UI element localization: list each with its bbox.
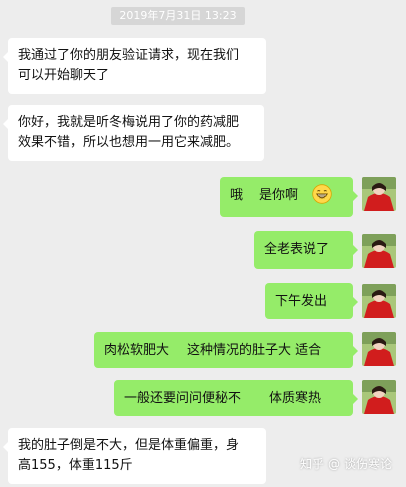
message-timestamp: 2019年7月31日 13:23 bbox=[111, 7, 245, 25]
sender-avatar[interactable] bbox=[362, 234, 396, 268]
message-text: 可以开始聊天了 bbox=[18, 68, 110, 83]
message-bubble-sent[interactable]: 全老表说了 bbox=[254, 231, 358, 269]
message-text: 一般还要问问便秘不 bbox=[124, 391, 242, 406]
sender-avatar[interactable] bbox=[362, 380, 396, 414]
watermark-site: 知乎 bbox=[300, 457, 325, 471]
avatar-image-icon bbox=[362, 177, 396, 211]
watermark-user: 谈伤寒论 bbox=[344, 457, 393, 471]
message-text: 体质寒热 bbox=[269, 391, 322, 406]
avatar-image-icon bbox=[362, 380, 396, 414]
message-bubble-sent[interactable]: 哦是你啊 bbox=[220, 177, 358, 217]
message-text: 效果不错，所以也想用一用它来减肥。 bbox=[18, 135, 240, 150]
message-bubble-sent[interactable]: 肉松软肥大 这种情况的肚子大 适合 bbox=[94, 332, 358, 368]
message-text: 我的肚子倒是不大，但是体重偏重，身 bbox=[18, 438, 240, 453]
message-bubble-sent[interactable]: 下午发出 bbox=[265, 283, 358, 319]
avatar-image-icon bbox=[362, 234, 396, 268]
message-text: 你好，我就是听冬梅说用了你的药减肥 bbox=[18, 115, 240, 130]
sender-avatar[interactable] bbox=[362, 332, 396, 366]
message-text: 下午发出 bbox=[275, 294, 328, 309]
grinning-face-emoji-icon bbox=[312, 184, 332, 204]
message-bubble-received[interactable]: 我的肚子倒是不大，但是体重偏重，身 高155，体重115斤 bbox=[3, 428, 266, 484]
message-text: 高155，体重115斤 bbox=[18, 458, 133, 473]
avatar-image-icon bbox=[362, 332, 396, 366]
message-bubble-received[interactable]: 我通过了你的朋友验证请求，现在我们 可以开始聊天了 bbox=[3, 38, 266, 94]
message-text: 我通过了你的朋友验证请求，现在我们 bbox=[18, 48, 240, 63]
watermark-at: @ bbox=[328, 456, 341, 471]
message-text: 全老表说了 bbox=[264, 242, 330, 257]
message-bubble-received[interactable]: 你好，我就是听冬梅说用了你的药减肥 效果不错，所以也想用一用它来减肥。 bbox=[3, 105, 264, 161]
message-text: 哦 bbox=[230, 188, 244, 203]
sender-avatar[interactable] bbox=[362, 177, 396, 211]
message-bubble-sent[interactable]: 一般还要问问便秘不 体质寒热 bbox=[114, 380, 358, 416]
message-text: 是你啊 bbox=[259, 188, 299, 203]
message-text: 这种情况的肚子大 适合 bbox=[187, 343, 322, 358]
sender-avatar[interactable] bbox=[362, 284, 396, 318]
zhihu-watermark: 知乎 @ 谈伤寒论 bbox=[300, 455, 392, 472]
message-text: 肉松软肥大 bbox=[104, 343, 170, 358]
avatar-image-icon bbox=[362, 284, 396, 318]
